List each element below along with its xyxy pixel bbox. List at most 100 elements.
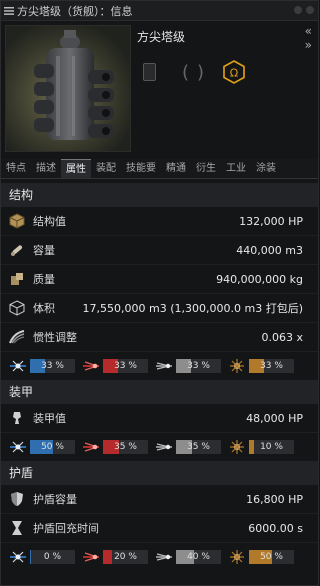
section-armor[interactable]: 装甲 (1, 380, 318, 404)
section-shield[interactable]: 护盾 (1, 461, 318, 485)
tab-fitting[interactable]: 装配 (91, 159, 121, 178)
resist-value: 33 % (260, 361, 283, 371)
structure-cube-icon (7, 211, 27, 231)
explosive-damage-icon (228, 438, 246, 456)
resist-bar: 20 % (103, 550, 148, 564)
resist-em: 50 % (9, 438, 75, 456)
resist-value: 33 % (41, 361, 64, 371)
attribute-row: 结构值 132,000 HP (1, 207, 318, 236)
resist-value: 40 % (187, 552, 210, 562)
attribute-row: 惯性调整 0.063 x (1, 323, 318, 352)
tab-bar: 特点 描述 属性 装配 技能要 精通 衍生 工业 涂装 (1, 159, 318, 179)
tab-variations[interactable]: 衍生 (191, 159, 221, 178)
attributes-panel: 结构 结构值 132,000 HP 容量 440,000 m3 质量 940,0… (1, 183, 318, 571)
resist-kinetic: 40 % (155, 548, 221, 566)
tab-attributes[interactable]: 属性 (61, 159, 91, 178)
attribute-row: 体积 17,550,000 m3 (1,300,000.0 m3 打包后) (1, 294, 318, 323)
resistance-row-structure: 33 % 33 % 33 % 33 % (1, 352, 318, 380)
tab-skills[interactable]: 技能要 (121, 159, 161, 178)
resist-bar: 33 % (30, 359, 75, 373)
resist-bar: 40 % (176, 550, 221, 564)
tab-industry[interactable]: 工业 (221, 159, 251, 178)
resist-bar: 33 % (176, 359, 221, 373)
tab-traits[interactable]: 特点 (1, 159, 31, 178)
explosive-damage-icon (228, 548, 246, 566)
hourglass-icon (7, 518, 27, 538)
ship-name: 方尖塔级 (137, 30, 186, 44)
resist-value: 35 % (114, 442, 137, 452)
resist-bar: 33 % (103, 359, 148, 373)
resist-value: 20 % (114, 552, 137, 562)
resist-value: 0 % (43, 552, 62, 562)
resist-value: 33 % (114, 361, 137, 371)
window-controls (294, 2, 314, 14)
attribute-label: 体积 (33, 302, 55, 315)
window-title: 方尖塔级（货舰）：信息 (17, 4, 133, 18)
resist-em: 0 % (9, 548, 75, 566)
resist-bar: 35 % (103, 440, 148, 454)
em-damage-icon (9, 438, 27, 456)
resist-bar: 50 % (249, 550, 294, 564)
attribute-label: 装甲值 (33, 412, 66, 425)
resist-thermal: 33 % (82, 357, 148, 375)
minimize-button[interactable] (294, 6, 302, 14)
close-button[interactable] (306, 6, 314, 14)
kinetic-damage-icon (155, 438, 173, 456)
title-bar[interactable]: 方尖塔级（货舰）：信息 (1, 1, 318, 21)
resistance-row-armor: 50 % 35 % 35 % 10 % (1, 433, 318, 461)
mass-icon (7, 269, 27, 289)
resist-value: 50 % (41, 442, 64, 452)
resistance-row-shield: 0 % 20 % 40 % 50 % (1, 543, 318, 571)
header-icons: () Ω (143, 60, 246, 84)
attribute-row: 护盾回充时间 6000.00 s (1, 514, 318, 543)
collapse-icon[interactable]: « (305, 24, 312, 38)
section-structure[interactable]: 结构 (1, 183, 318, 207)
attribute-label: 惯性调整 (33, 331, 77, 344)
kinetic-damage-icon (155, 548, 173, 566)
em-damage-icon (9, 357, 27, 375)
resist-explosive: 10 % (228, 438, 294, 456)
resist-bar: 10 % (249, 440, 294, 454)
attribute-row: 护盾容量 16,800 HP (1, 485, 318, 514)
inertia-icon (7, 327, 27, 347)
attribute-value: 440,000 m3 (236, 243, 303, 257)
resist-bar: 35 % (176, 440, 221, 454)
tab-skins[interactable]: 涂装 (251, 159, 281, 178)
resist-em: 33 % (9, 357, 75, 375)
item-header: 方尖塔级 « » () Ω (1, 22, 318, 159)
document-icon[interactable] (143, 63, 156, 81)
resist-value: 10 % (260, 442, 283, 452)
resist-bar: 33 % (249, 359, 294, 373)
attribute-label: 护盾回充时间 (33, 522, 99, 535)
menu-icon[interactable] (1, 1, 17, 21)
expand-icon[interactable]: » (305, 38, 312, 52)
explosive-damage-icon (228, 357, 246, 375)
shield-icon (7, 489, 27, 509)
attribute-row: 质量 940,000,000 kg (1, 265, 318, 294)
armor-icon (7, 408, 27, 428)
bracket-icon[interactable]: () (182, 62, 212, 83)
attribute-row: 容量 440,000 m3 (1, 236, 318, 265)
capacity-icon (7, 240, 27, 260)
em-damage-icon (9, 548, 27, 566)
attribute-value: 132,000 HP (239, 214, 303, 228)
resist-thermal: 20 % (82, 548, 148, 566)
svg-text:Ω: Ω (230, 67, 238, 80)
resist-thermal: 35 % (82, 438, 148, 456)
resist-value: 33 % (187, 361, 210, 371)
attribute-value: 940,000,000 kg (216, 272, 303, 286)
attribute-value: 48,000 HP (246, 411, 303, 425)
attribute-value: 6000.00 s (248, 521, 303, 535)
resist-explosive: 33 % (228, 357, 294, 375)
tab-mastery[interactable]: 精通 (161, 159, 191, 178)
ship-thumbnail[interactable] (5, 25, 131, 152)
thermal-damage-icon (82, 548, 100, 566)
omega-icon: Ω (222, 60, 246, 84)
attribute-row: 装甲值 48,000 HP (1, 404, 318, 433)
attribute-label: 容量 (33, 244, 55, 257)
info-window: 方尖塔级（货舰）：信息 方尖塔级 « » () Ω 特点 描述 属性 装配 技能… (0, 0, 319, 586)
tab-description[interactable]: 描述 (31, 159, 61, 178)
volume-cube-icon (7, 298, 27, 318)
resist-value: 35 % (187, 442, 210, 452)
resist-bar: 0 % (30, 550, 75, 564)
